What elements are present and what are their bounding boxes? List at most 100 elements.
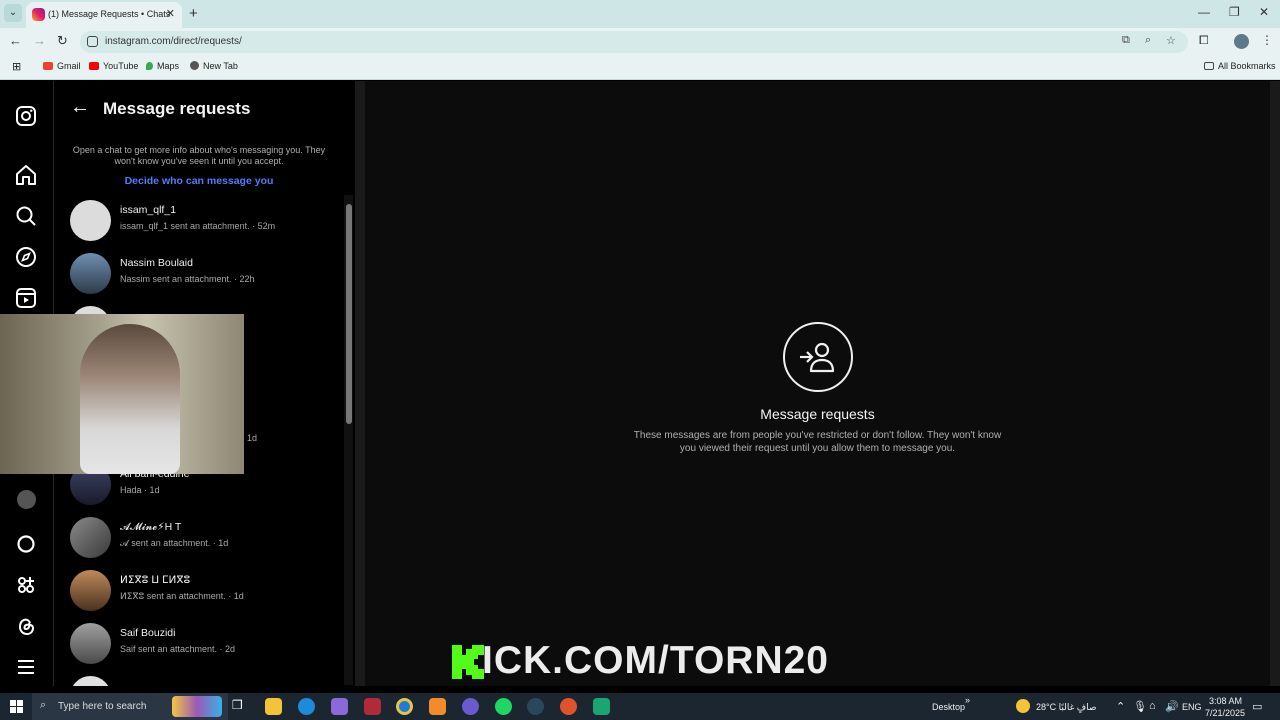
new-tab-button[interactable]: + (189, 5, 198, 22)
request-row[interactable]: issam_qlf_1 issam_qlf_1 sent an attachme… (70, 200, 340, 246)
request-row[interactable]: 𝓐𝓜𝓲𝓷𝓮⚡H T 𝓐 sent an attachment. · 1d (70, 517, 340, 563)
browser-menu-icon[interactable]: ⋮ (1261, 33, 1273, 47)
browser-tab-bar: ⌄ (1) Message Requests • Chats ✕ + — ❐ ✕ (0, 0, 1280, 28)
webcam-overlay (0, 314, 244, 474)
threads-icon[interactable] (14, 614, 38, 638)
file-explorer-icon[interactable] (265, 698, 282, 715)
bookmark-star-icon[interactable]: ☆ (1166, 34, 1176, 47)
explore-icon[interactable] (14, 245, 38, 269)
extensions-icon[interactable]: ⧠ (1199, 33, 1209, 48)
request-name: ⵍⵉⴳⵓ ⵡ ⵎⵍⴳⵓ (120, 574, 191, 586)
profile-icon[interactable] (17, 490, 36, 509)
restore-button[interactable]: ❐ (1229, 5, 1240, 19)
profile-avatar[interactable] (1234, 34, 1249, 49)
bookmark-gmail[interactable]: Gmail (43, 61, 81, 71)
install-app-icon[interactable]: ⧉ (1122, 34, 1130, 47)
pane-divider (355, 81, 365, 686)
kick-logo-icon (452, 645, 484, 679)
app-icon[interactable] (429, 698, 446, 715)
microphone-icon[interactable]: 🎙 (1133, 700, 1147, 713)
taskbar-search[interactable]: ⌕ Type here to search (32, 693, 228, 720)
chrome-icon[interactable] (396, 698, 413, 715)
avatar (70, 517, 111, 558)
app-icon[interactable] (364, 698, 381, 715)
network-icon[interactable]: ⌂ (1149, 700, 1156, 712)
request-name: Nassim Boulaid (120, 257, 193, 269)
app-icon[interactable] (331, 698, 348, 715)
clock-time[interactable]: 3:08 AM (1209, 696, 1242, 706)
bookmark-maps[interactable]: Maps (146, 61, 179, 71)
hidden-row-time: 1d (247, 433, 258, 443)
request-row[interactable]: Nassim Boulaid Nassim sent an attachment… (70, 253, 340, 299)
back-arrow-icon[interactable]: ← (70, 96, 90, 119)
folder-icon (1204, 62, 1214, 70)
instagram-logo-icon[interactable] (14, 104, 38, 128)
all-bookmarks[interactable]: All Bookmarks (1204, 61, 1276, 71)
kick-url: ICK.COM/TORN20 (482, 639, 829, 682)
forward-button[interactable]: → (33, 33, 46, 48)
app-icon[interactable] (593, 698, 610, 715)
request-row[interactable]: ⵍⵉⴳⵓ ⵡ ⵎⵍⴳⵓ ⵍⵉⴳⵓ sent an attachment. · 1… (70, 570, 340, 616)
threads-circle-icon[interactable] (14, 532, 38, 556)
request-preview: ⵍⵉⴳⵓ sent an attachment. · 1d (120, 591, 244, 601)
message-requests-circle (783, 322, 853, 392)
desktop-toolbar[interactable]: Desktop (932, 702, 965, 712)
taskbar-search-placeholder: Type here to search (58, 701, 147, 712)
globe-icon (190, 61, 199, 70)
browser-tab[interactable]: (1) Message Requests • Chats ✕ (26, 2, 182, 28)
reload-button[interactable]: ↻ (57, 33, 68, 49)
request-preview: Nassim sent an attachment. · 22h (120, 274, 255, 284)
instagram-favicon-icon (32, 8, 45, 21)
avatar (70, 623, 111, 664)
avatar (70, 253, 111, 294)
list-scrollbar-thumb[interactable] (346, 204, 352, 424)
apps-grid-icon[interactable]: ⊞ (12, 60, 21, 73)
request-preview: 𝓐 sent an attachment. · 1d (120, 538, 229, 548)
home-icon[interactable] (14, 163, 38, 187)
tab-search-button[interactable]: ⌄ (4, 4, 22, 22)
maps-icon (146, 62, 153, 70)
back-button[interactable]: ← (9, 33, 22, 48)
zoom-icon[interactable]: ⌕ (1145, 34, 1151, 47)
discord-icon[interactable] (462, 698, 479, 715)
address-bar[interactable]: instagram.com/direct/requests/ ⧉ ⌕ ☆ (80, 31, 1188, 53)
site-info-icon[interactable] (87, 36, 98, 47)
request-name: issam_qlf_1 (120, 204, 177, 216)
tray-overflow-icon[interactable]: ⌃ (1116, 700, 1125, 713)
gmail-icon (43, 62, 53, 70)
default-avatar (70, 676, 111, 686)
weather-text[interactable]: 28°C صافٍ غالبًا (1036, 702, 1097, 713)
more-menu-icon[interactable] (14, 655, 38, 679)
bookmark-new-tab[interactable]: New Tab (190, 61, 238, 71)
minimize-button[interactable]: — (1198, 5, 1210, 19)
search-highlight-image (172, 696, 222, 717)
weather-icon[interactable] (1016, 699, 1030, 713)
page-scrollbar[interactable] (1270, 81, 1280, 686)
task-view-icon[interactable]: ❒ (232, 698, 249, 715)
language-indicator[interactable]: ENG (1182, 702, 1202, 712)
main-description: These messages are from people you've re… (633, 430, 1002, 454)
toolbar-expand-icon[interactable]: » (965, 695, 970, 705)
bookmark-youtube[interactable]: YouTube (89, 61, 138, 71)
tab-close-icon[interactable]: ✕ (166, 7, 175, 20)
also-from-meta-icon[interactable] (14, 573, 38, 597)
requests-info-text: Open a chat to get more info about who's… (72, 145, 326, 166)
edge-icon[interactable] (298, 698, 315, 715)
close-window-button[interactable]: ✕ (1259, 5, 1269, 19)
decide-who-can-message-link[interactable]: Decide who can message you (70, 175, 328, 187)
address-url: instagram.com/direct/requests/ (105, 36, 242, 47)
app-icon[interactable] (560, 698, 577, 715)
notifications-icon[interactable]: ▭ (1252, 700, 1262, 713)
request-preview: issam_qlf_1 sent an attachment. · 52m (120, 221, 276, 231)
bookmarks-bar: ⊞ Gmail YouTube Maps New Tab All Bookmar… (0, 55, 1280, 80)
steam-icon[interactable] (527, 698, 544, 715)
requests-title: Message requests (103, 99, 251, 118)
request-row-partial[interactable] (70, 676, 340, 686)
search-icon[interactable] (14, 204, 38, 228)
clock-date[interactable]: 7/21/2025 (1205, 708, 1245, 718)
windows-start-icon[interactable] (10, 700, 23, 713)
request-row[interactable]: Saif Bouzidi Saif sent an attachment. · … (70, 623, 340, 669)
spotify-icon[interactable] (495, 698, 512, 715)
volume-icon[interactable]: 🔊 (1165, 700, 1179, 713)
reels-icon[interactable] (14, 286, 38, 310)
